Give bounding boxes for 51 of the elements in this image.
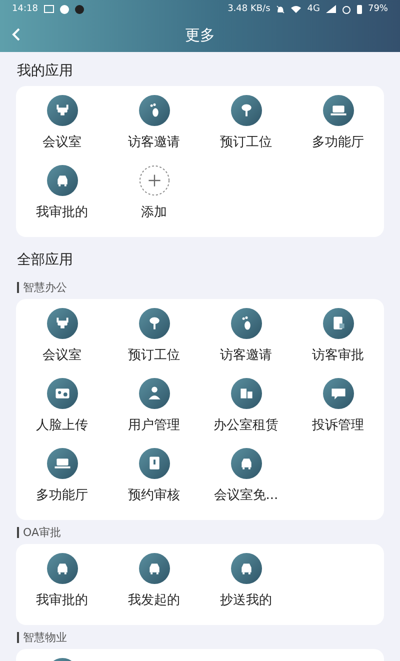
laptop-icon <box>322 95 354 126</box>
tree-icon <box>138 308 170 339</box>
section-title: 我的应用 <box>17 63 73 79</box>
app-label[interactable]: 多功能厅 <box>312 133 364 151</box>
app-label[interactable]: 会议室免... <box>214 486 278 504</box>
app-label[interactable]: 添加 <box>141 203 167 221</box>
app-label[interactable]: 访客邀请 <box>128 133 180 151</box>
image-icon <box>44 5 54 13</box>
app-label[interactable]: 我审批的 <box>36 203 88 221</box>
chair-icon <box>46 95 78 126</box>
user-icon <box>138 378 170 409</box>
alarm-icon <box>342 4 351 14</box>
network-type: 4G <box>307 4 320 14</box>
network-speed: 3.48 KB/s <box>228 4 270 14</box>
app-label[interactable]: 会议室 <box>42 133 82 151</box>
footprint-icon <box>138 95 170 126</box>
group-title: OA审批 <box>23 525 61 540</box>
page-title: 更多 <box>185 26 215 44</box>
app-label[interactable]: 人脸上传 <box>36 416 88 434</box>
bell-muted-icon <box>276 4 286 14</box>
app-label[interactable]: 预约审核 <box>128 486 180 504</box>
group-title: 智慧物业 <box>23 630 67 645</box>
app-label[interactable]: 我审批的 <box>36 591 88 609</box>
building-icon <box>230 378 262 409</box>
app-label[interactable]: 预订工位 <box>128 346 180 364</box>
add-icon <box>138 165 170 196</box>
app-label[interactable]: 我发起的 <box>128 591 180 609</box>
app-label[interactable]: 预订工位 <box>220 133 272 151</box>
battery-level: 79% <box>368 4 388 14</box>
back-icon[interactable] <box>12 28 20 41</box>
document-icon <box>322 308 354 339</box>
status-time: 14:18 <box>12 4 38 14</box>
app-label[interactable]: 投诉管理 <box>312 416 364 434</box>
group-title: 智慧办公 <box>23 280 67 295</box>
app-label[interactable]: 会议室 <box>42 346 82 364</box>
id-card-icon <box>46 378 78 409</box>
footprint-icon <box>230 308 262 339</box>
wifi-icon <box>291 5 302 13</box>
laptop-icon <box>46 448 78 479</box>
app-label[interactable]: 抄送我的 <box>220 591 272 609</box>
battery-icon <box>356 4 362 14</box>
chair-icon <box>46 308 78 339</box>
app-label[interactable]: 办公室租赁 <box>214 416 278 434</box>
document-icon <box>138 448 170 479</box>
app-label[interactable]: 访客审批 <box>312 346 364 364</box>
section-title: 全部应用 <box>17 252 73 268</box>
app-label[interactable]: 多功能厅 <box>36 486 88 504</box>
app-label[interactable]: 访客邀请 <box>220 346 272 364</box>
tree-icon <box>230 95 262 126</box>
app-label[interactable]: 用户管理 <box>128 416 180 434</box>
signal-icon <box>326 5 336 13</box>
